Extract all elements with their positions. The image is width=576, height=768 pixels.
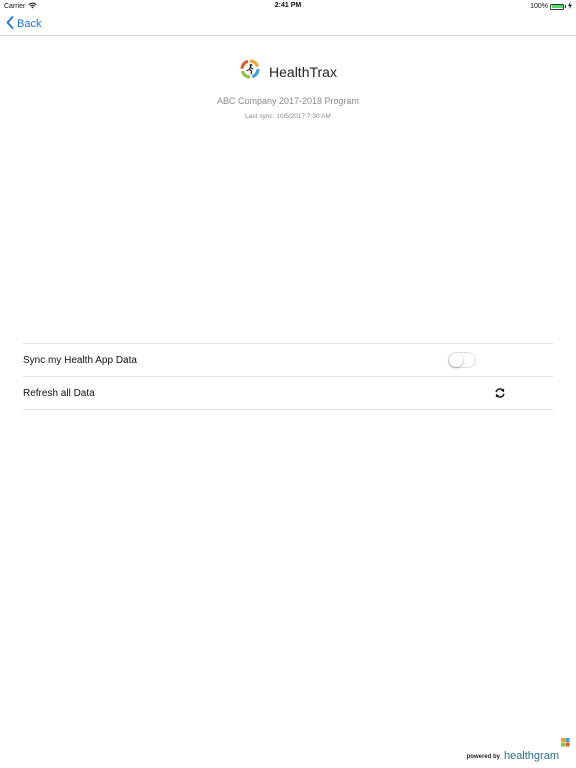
footer-branding: powered by healthgram xyxy=(467,734,570,762)
battery-icon xyxy=(550,3,564,10)
nav-bar: Back xyxy=(0,12,576,36)
app-header: HealthTrax xyxy=(0,58,576,85)
battery-cap xyxy=(565,5,566,8)
refresh-icon[interactable] xyxy=(494,387,506,402)
chevron-left-icon xyxy=(6,16,17,32)
refresh-data-label: Refresh all Data xyxy=(23,387,95,399)
last-sync-text: Last sync: 10/5/2017 7:30 AM xyxy=(245,113,331,120)
battery-percent: 100% xyxy=(530,3,548,10)
status-right: 100% xyxy=(530,2,572,11)
screen: Carrier 2:41 PM 100% Back HealthTrax ABC… xyxy=(0,0,576,768)
healthtrax-logo-icon xyxy=(239,58,261,85)
healthgram-wordmark: healthgram xyxy=(503,750,559,762)
sync-health-toggle[interactable] xyxy=(448,352,476,368)
program-name: ABC Company 2017-2018 Program xyxy=(216,96,360,106)
status-time: 2:41 PM xyxy=(274,2,302,9)
sync-health-label: Sync my Health App Data xyxy=(23,354,137,366)
sync-health-row: Sync my Health App Data xyxy=(23,344,553,377)
powered-by-label: powered by xyxy=(466,754,500,760)
battery-fill xyxy=(551,5,563,8)
app-title: HealthTrax xyxy=(269,63,337,80)
status-bar: Carrier 2:41 PM 100% xyxy=(0,0,576,12)
charging-bolt-icon xyxy=(568,2,572,11)
healthgram-logo-icon xyxy=(561,734,570,752)
back-button[interactable]: Back xyxy=(6,16,41,32)
toggle-knob xyxy=(449,353,463,367)
settings-list: Sync my Health App Data Refresh all Data xyxy=(23,343,553,410)
back-label: Back xyxy=(17,18,42,30)
refresh-data-row[interactable]: Refresh all Data xyxy=(23,377,553,410)
